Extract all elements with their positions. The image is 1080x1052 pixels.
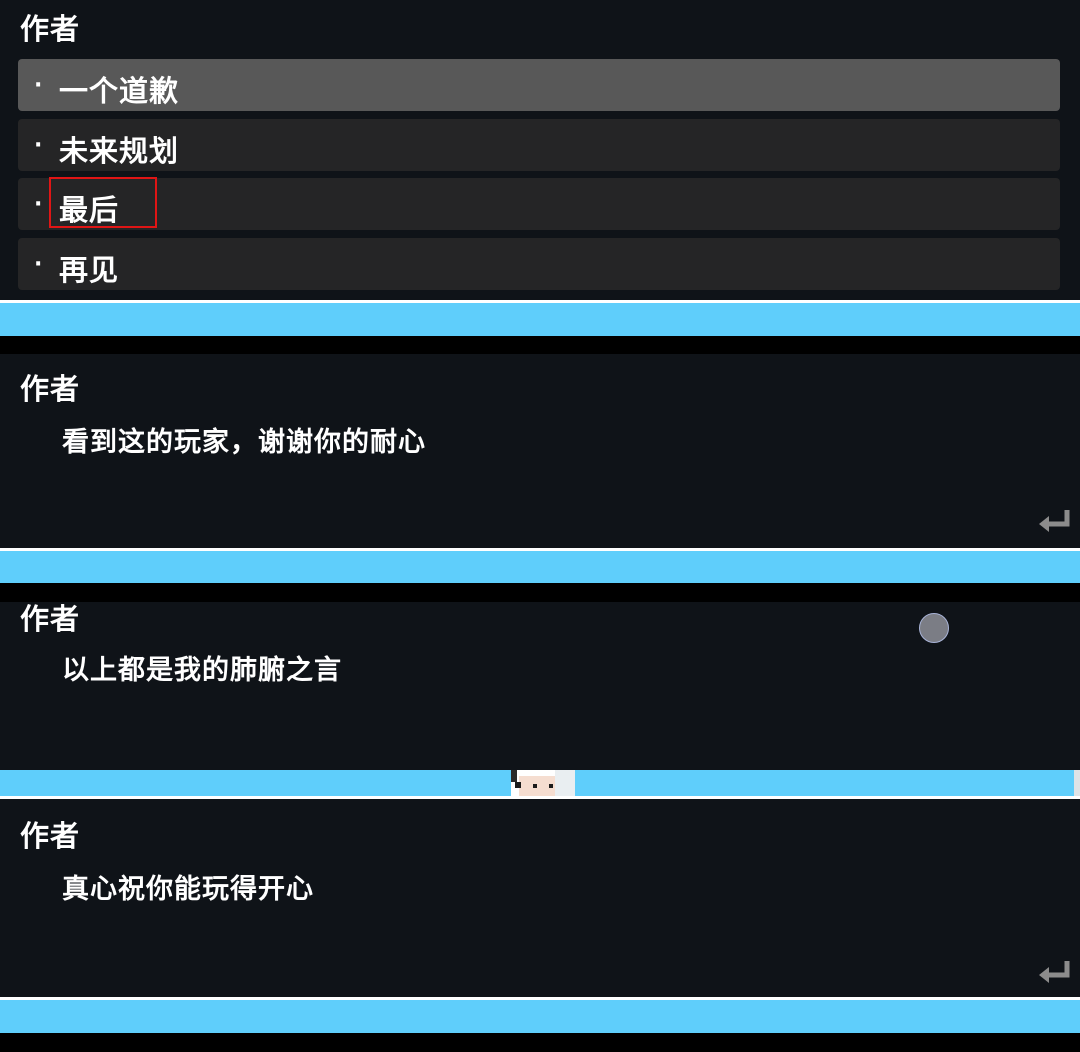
choice-label: 再见 [59,253,120,287]
bullet: · [34,73,43,98]
dialog-box[interactable]: 作者 真心祝你能玩得开心 [0,799,1080,997]
speaker-name: 作者 [20,372,81,406]
return-arrow-icon[interactable] [1037,959,1071,985]
pixel-character-icon [511,770,575,796]
choice-option-finally[interactable]: · 最后 [18,178,1060,230]
highlight-annotation-box [49,177,157,228]
speaker-name: 作者 [20,819,81,853]
divider [0,583,1080,602]
dialog-text: 真心祝你能玩得开心 [62,874,314,905]
dialog-text: 以上都是我的肺腑之言 [62,655,342,686]
choice-panel: 作者 · 一个道歉 · 未来规划 · 最后 · 再见 [0,0,1080,300]
choice-label: 一个道歉 [59,74,180,108]
divider [0,336,1080,354]
bullet: · [34,192,43,217]
return-arrow-icon[interactable] [1037,508,1071,534]
dialog-box[interactable]: 作者 以上都是我的肺腑之言 [0,602,1080,770]
choice-option-future-plan[interactable]: · 未来规划 [18,119,1060,171]
background-strip [0,551,1080,583]
background-strip [0,1000,1080,1033]
divider [0,1033,1080,1052]
bullet: · [34,252,43,277]
background-strip [0,303,1080,336]
edge-marker [1074,770,1080,796]
circle-button-icon[interactable] [919,613,949,643]
choice-option-goodbye[interactable]: · 再见 [18,238,1060,290]
bullet: · [34,133,43,158]
dialog-text: 看到这的玩家，谢谢你的耐心 [62,427,426,458]
speaker-name: 作者 [20,12,81,46]
choice-option-apology[interactable]: · 一个道歉 [18,59,1060,111]
dialog-box[interactable]: 作者 看到这的玩家，谢谢你的耐心 [0,354,1080,548]
speaker-name: 作者 [20,602,81,636]
choice-label: 未来规划 [59,134,180,168]
